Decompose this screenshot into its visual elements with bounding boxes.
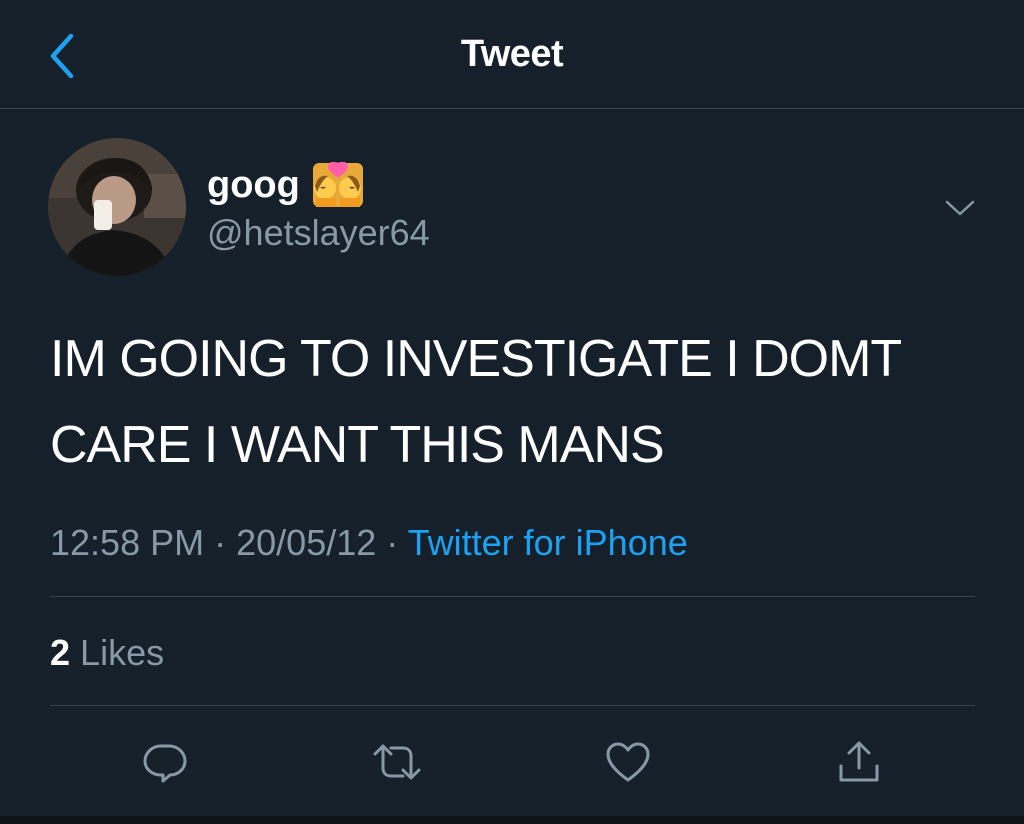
kiss-woman-woman-emoji [312, 162, 363, 207]
bottom-edge [0, 816, 1024, 824]
avatar[interactable] [48, 138, 186, 276]
tweet-time: 12:58 PM [50, 522, 205, 563]
meta-separator: · [386, 522, 399, 563]
share-icon [839, 741, 879, 782]
more-options-button[interactable] [936, 188, 984, 228]
divider [50, 596, 975, 597]
likes-label: Likes [80, 632, 165, 673]
tweet-text: IM GOING TO INVESTIGATE I DOMT CARE I WA… [50, 330, 901, 474]
divider [50, 705, 975, 706]
tweet-date: 20/05/12 [236, 522, 377, 563]
meta-separator: · [214, 522, 227, 563]
reply-button[interactable] [137, 734, 193, 790]
display-name[interactable]: goog [207, 164, 300, 207]
chevron-down-icon [945, 200, 975, 216]
user-handle[interactable]: @hetslayer64 [207, 212, 430, 254]
retweet-icon [373, 744, 421, 780]
reply-icon [143, 744, 187, 783]
heart-icon [606, 742, 650, 782]
tweet-actions-bar [0, 730, 1024, 794]
share-button[interactable] [831, 734, 887, 790]
likes-count: 2 [50, 632, 71, 673]
page-title: Tweet [460, 33, 564, 75]
tweet-metadata: 12:58 PM · 20/05/12 · Twitter for iPhone [50, 522, 688, 564]
profile-photo [48, 138, 186, 276]
retweet-button[interactable] [369, 734, 425, 790]
top-navigation-bar: Tweet [0, 0, 1024, 109]
author-name-row: goog [207, 160, 364, 210]
likes-stat[interactable]: 2 Likes [50, 632, 164, 674]
like-button[interactable] [600, 734, 656, 790]
tweet-source-link[interactable]: Twitter for iPhone [408, 522, 688, 563]
